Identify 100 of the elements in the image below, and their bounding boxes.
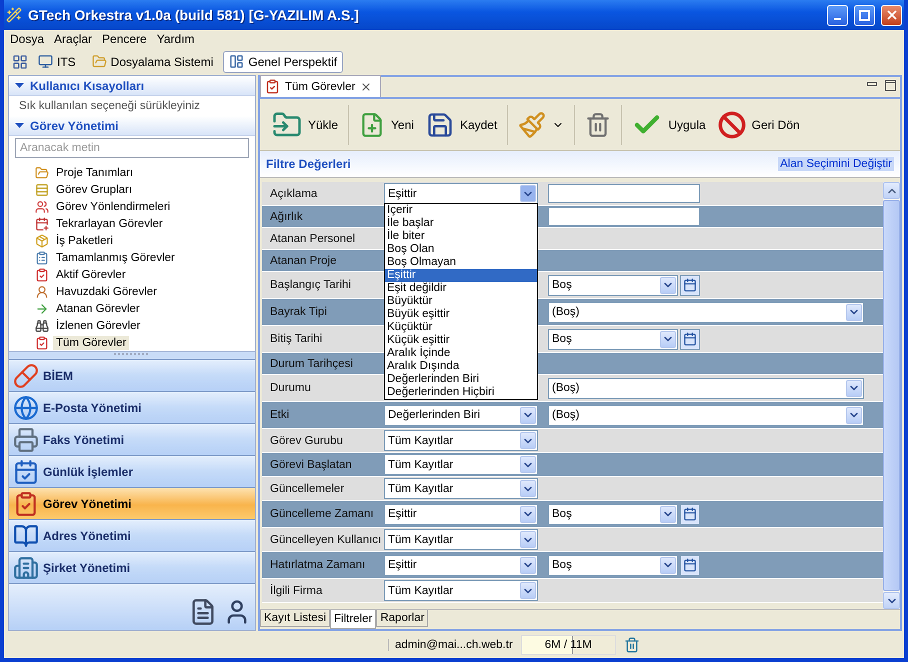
- date-dropdown[interactable]: Boş: [548, 504, 678, 524]
- field-label: İlgili Firma: [269, 584, 324, 596]
- revert-button[interactable]: Geri Dön: [712, 102, 806, 146]
- value-field[interactable]: [548, 207, 700, 226]
- menu-item[interactable]: Araçlar: [50, 32, 96, 46]
- bottom-tab[interactable]: Raporlar: [376, 610, 428, 627]
- close-icon: [884, 8, 898, 22]
- new-button[interactable]: Yeni: [353, 102, 420, 146]
- dropdown-button[interactable]: [520, 582, 536, 599]
- tree-item[interactable]: Atanan Görevler: [53, 302, 143, 316]
- bottom-tab[interactable]: Kayıt Listesi: [260, 610, 330, 627]
- close-button[interactable]: [881, 4, 902, 26]
- tree-item[interactable]: Proje Tanımları: [53, 166, 136, 180]
- tree-item[interactable]: Tüm Görevler: [53, 336, 130, 350]
- scrollbar[interactable]: [883, 182, 900, 609]
- perspective-button[interactable]: Genel Perspektif: [223, 50, 344, 72]
- dropdown-button[interactable]: [520, 531, 536, 548]
- calendar-button[interactable]: [680, 274, 700, 296]
- checklist-icon: [265, 79, 280, 94]
- tree-item[interactable]: Aktif Görevler: [53, 268, 129, 282]
- calendar-button[interactable]: [680, 554, 700, 576]
- value-field[interactable]: [548, 184, 700, 203]
- tree-item[interactable]: Görev Yönlendirmeleri: [53, 200, 174, 214]
- menu-item[interactable]: Dosya: [6, 32, 48, 46]
- module-button[interactable]: BİEM: [9, 359, 255, 391]
- dropdown-button[interactable]: [520, 480, 536, 497]
- section-header[interactable]: Kullanıcı Kısayolları: [9, 76, 255, 96]
- value-dropdown[interactable]: (Boş): [548, 302, 864, 322]
- dropdown-button[interactable]: [846, 380, 862, 396]
- tree-item[interactable]: Görev Grupları: [53, 182, 136, 196]
- field-label: Durum Tarihçesi: [269, 358, 354, 370]
- menu-item[interactable]: Pencere: [98, 32, 151, 46]
- module-button[interactable]: Faks Yönetimi: [9, 423, 255, 455]
- perspective-button[interactable]: Dosyalama Sistemi: [86, 50, 220, 72]
- date-dropdown[interactable]: Boş: [548, 274, 678, 296]
- operator-dropdown[interactable]: Tüm Kayıtlar: [384, 529, 538, 550]
- dropdown-button[interactable]: [520, 456, 536, 473]
- bottom-tab[interactable]: Filtreler: [330, 610, 376, 629]
- field-label: Durumu: [269, 382, 312, 394]
- search-field[interactable]: Aranacak metin: [15, 138, 249, 158]
- dropdown-button[interactable]: [660, 276, 676, 294]
- dropdown-button[interactable]: [520, 185, 536, 202]
- dropdown-button[interactable]: [660, 506, 676, 522]
- save-button[interactable]: Kaydet: [420, 102, 504, 146]
- module-button[interactable]: Adres Yönetimi: [9, 519, 255, 551]
- tree-item[interactable]: Havuzdaki Görevler: [53, 284, 160, 298]
- tree-item[interactable]: Tamamlanmış Görevler: [53, 250, 178, 264]
- tree-item[interactable]: Tekrarlayan Görevler: [53, 216, 166, 230]
- maximize-icon[interactable]: [885, 80, 896, 91]
- module-button[interactable]: Günlük İşlemler: [9, 455, 255, 487]
- apply-button[interactable]: Uygula: [626, 102, 712, 146]
- operator-dropdown[interactable]: Eşittir: [384, 554, 538, 576]
- maximize-button[interactable]: [854, 4, 875, 26]
- tree-item[interactable]: İş Paketleri: [53, 234, 116, 248]
- minimize-button[interactable]: [827, 4, 848, 26]
- editor-tab[interactable]: Tüm Görevler: [260, 75, 382, 97]
- operator-dropdown[interactable]: Tüm Kayıtlar: [384, 430, 538, 451]
- splitter-handle[interactable]: [9, 351, 255, 359]
- dropdown-button[interactable]: [846, 304, 862, 320]
- dropdown-option[interactable]: Eşittir: [385, 269, 537, 282]
- minimize-icon[interactable]: [867, 80, 877, 88]
- operator-dropdown[interactable]: Tüm Kayıtlar: [384, 454, 538, 475]
- collapse-icon[interactable]: [15, 121, 24, 130]
- dropdown-button[interactable]: [660, 330, 676, 348]
- operator-dropdown[interactable]: Tüm Kayıtlar: [384, 478, 538, 499]
- dropdown-button[interactable]: [520, 556, 536, 574]
- perspective-button[interactable]: ITS: [32, 50, 82, 72]
- operator-dropdown[interactable]: Tüm Kayıtlar: [384, 580, 538, 601]
- date-dropdown[interactable]: Boş: [548, 554, 678, 576]
- operator-dropdown[interactable]: Değerlerinden Biri: [384, 404, 538, 426]
- calendar-button[interactable]: [680, 504, 700, 524]
- module-button[interactable]: Görev Yönetimi: [9, 487, 255, 519]
- dropdown-button[interactable]: [520, 432, 536, 449]
- calendar-button[interactable]: [680, 328, 700, 350]
- change-fields-link[interactable]: Alan Seçimini Değiştir: [778, 157, 894, 171]
- arrow-icon: [35, 302, 49, 316]
- monitor-icon: [38, 54, 53, 69]
- value-dropdown[interactable]: (Boş): [548, 378, 864, 398]
- section-header[interactable]: Görev Yönetimi: [9, 116, 255, 136]
- load-button[interactable]: Yükle: [266, 102, 344, 146]
- collapse-icon[interactable]: [15, 81, 24, 90]
- module-button[interactable]: Şirket Yönetimi: [9, 551, 255, 583]
- app-logo-icon: [6, 7, 22, 23]
- value-dropdown[interactable]: (Boş): [548, 404, 864, 426]
- trash-icon[interactable]: [624, 636, 640, 652]
- person-icon: [35, 284, 49, 298]
- menu-item[interactable]: Yardım: [152, 32, 199, 46]
- field-label: Görevi Başlatan: [269, 458, 353, 470]
- operator-dropdown[interactable]: Eşittir: [384, 504, 538, 524]
- dropdown-button[interactable]: [660, 556, 676, 574]
- dropdown-button[interactable]: [846, 406, 862, 424]
- tree-item[interactable]: İzlenen Görevler: [53, 318, 144, 332]
- dropdown-button[interactable]: [520, 406, 536, 424]
- calendar-icon: [683, 332, 697, 346]
- dropdown-button[interactable]: [520, 506, 536, 522]
- module-button[interactable]: E-Posta Yönetimi: [9, 391, 255, 423]
- operator-dropdown[interactable]: Eşittir: [384, 183, 538, 204]
- date-dropdown[interactable]: Boş: [548, 328, 678, 350]
- close-icon[interactable]: [360, 80, 372, 92]
- folder-icon: [35, 166, 49, 180]
